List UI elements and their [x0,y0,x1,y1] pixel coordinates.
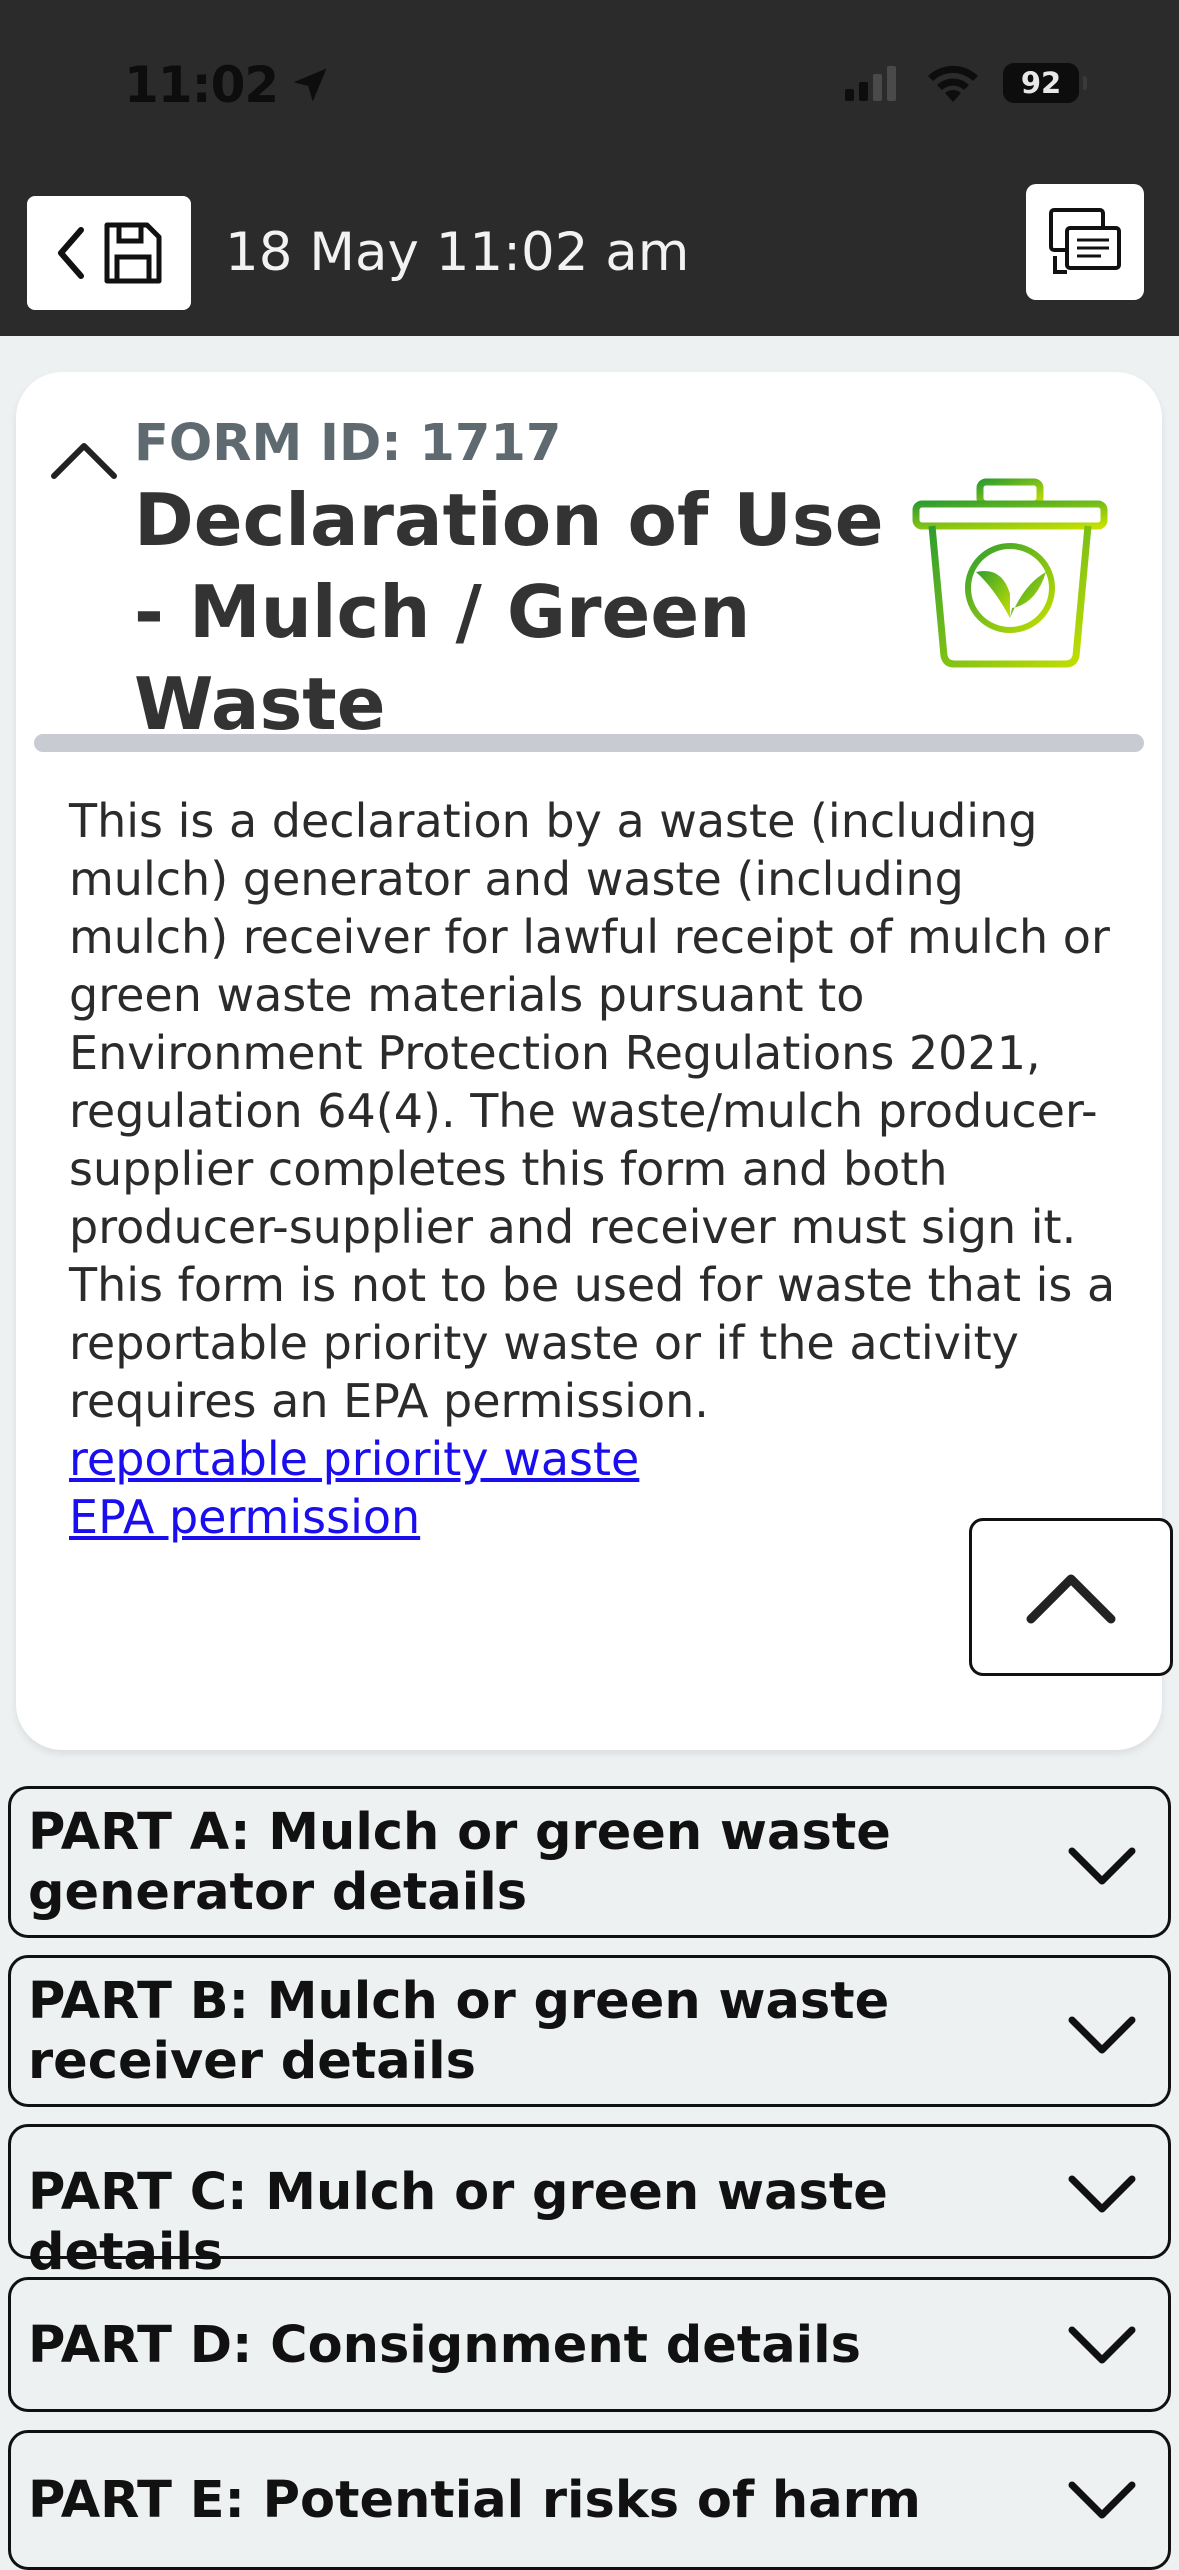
section-part-b[interactable]: PART B: Mulch or green waste receiver de… [8,1955,1171,2107]
scroll-up-button[interactable] [969,1518,1173,1676]
clock-text: 11:02 [124,56,279,114]
section-part-e[interactable]: PART E: Potential risks of harm [8,2430,1171,2570]
section-label: PART C: Mulch or green waste details [28,2163,888,2282]
section-label: PART A: Mulch or green waste generator d… [28,1803,891,1922]
green-waste-bin-icon [912,478,1108,668]
back-save-button[interactable] [27,196,191,310]
battery-icon: 92 [1003,63,1087,103]
location-arrow-icon [293,68,327,102]
chevron-down-icon [1068,2016,1136,2054]
chevron-down-icon [1068,2175,1136,2213]
section-part-d[interactable]: PART D: Consignment details [8,2277,1171,2412]
wifi-icon [928,65,978,102]
share-button[interactable] [1026,184,1144,300]
section-label: PART D: Consignment details [28,2316,861,2375]
section-part-a[interactable]: PART A: Mulch or green waste generator d… [8,1786,1171,1938]
header-datetime: 18 May 11:02 am [225,222,690,283]
cellular-signal-icon [845,66,896,101]
chevron-up-icon [1026,1574,1116,1624]
collapse-caret-icon[interactable] [48,436,120,482]
reportable-priority-waste-link[interactable]: reportable priority waste [69,1430,1129,1488]
chevron-down-icon [1068,2326,1136,2364]
description-text: This is a declaration by a waste (includ… [69,794,1116,1428]
section-part-c[interactable]: PART C: Mulch or green waste details [8,2124,1171,2282]
floppy-disk-icon [104,222,162,284]
form-title: Declaration of Use - Mulch / Green Waste [134,478,884,746]
card-divider [34,734,1144,752]
section-label: PART B: Mulch or green waste receiver de… [28,1972,890,2091]
chevron-down-icon [1068,1847,1136,1885]
battery-level: 92 [1020,66,1062,100]
share-screen-icon [1049,208,1121,274]
status-time: 11:02 [124,56,332,114]
chevron-down-icon [1068,2481,1136,2519]
section-label: PART E: Potential risks of harm [28,2471,921,2530]
status-icons: 92 [843,62,1087,104]
chevron-left-icon [58,227,84,279]
form-id: FORM ID: 1717 [134,414,562,473]
form-description: This is a declaration by a waste (includ… [69,792,1129,1546]
